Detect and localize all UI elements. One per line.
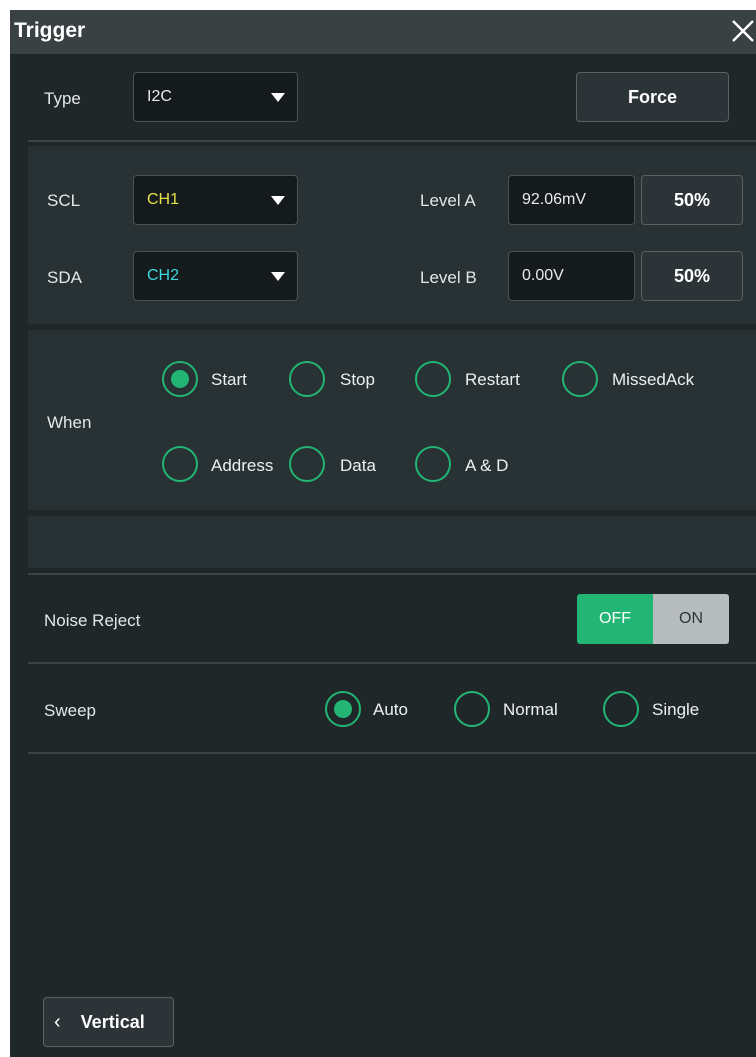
sda-value: CH2: [147, 267, 180, 284]
chevron-down-icon: [271, 196, 285, 205]
chevron-left-icon: ‹: [54, 1010, 61, 1033]
divider: [28, 140, 756, 142]
when-option-stop[interactable]: Stop: [340, 370, 375, 390]
radio-when-start[interactable]: [162, 361, 198, 397]
level-a-50-button[interactable]: 50%: [641, 175, 743, 225]
level-b-label: Level B: [420, 268, 477, 287]
radio-when-missedack[interactable]: [562, 361, 598, 397]
level-b-input[interactable]: 0.00V: [508, 251, 635, 301]
level-b-50-button[interactable]: 50%: [641, 251, 743, 301]
when-option-address[interactable]: Address: [211, 456, 273, 476]
type-value: I2C: [147, 88, 172, 105]
sweep-option-auto[interactable]: Auto: [373, 700, 408, 720]
noise-reject-toggle[interactable]: OFF ON: [577, 594, 729, 644]
sda-dropdown[interactable]: CH2: [133, 251, 298, 301]
divider: [28, 573, 756, 575]
noise-reject-label: Noise Reject: [44, 611, 141, 630]
toggle-on-option[interactable]: ON: [653, 594, 729, 644]
back-button-label: Vertical: [80, 1011, 145, 1032]
scl-label: SCL: [47, 191, 81, 210]
radio-when-a-and-d[interactable]: [415, 446, 451, 482]
type-dropdown[interactable]: I2C: [133, 72, 298, 122]
radio-sweep-auto[interactable]: [325, 691, 361, 727]
radio-when-stop[interactable]: [289, 361, 325, 397]
radio-sweep-single[interactable]: [603, 691, 639, 727]
level-a-label: Level A: [420, 191, 476, 210]
scl-dropdown[interactable]: CH1: [133, 175, 298, 225]
empty-section: [28, 516, 756, 568]
sweep-option-single[interactable]: Single: [652, 700, 699, 720]
when-option-start[interactable]: Start: [211, 370, 247, 390]
title-bar: [10, 10, 756, 54]
divider: [28, 752, 756, 754]
divider: [28, 662, 756, 664]
chevron-down-icon: [271, 93, 285, 102]
type-label: Type: [44, 89, 81, 108]
radio-when-restart[interactable]: [415, 361, 451, 397]
scl-value: CH1: [147, 191, 180, 208]
chevron-down-icon: [271, 272, 285, 281]
sweep-label: Sweep: [44, 701, 96, 720]
level-a-input[interactable]: 92.06mV: [508, 175, 635, 225]
radio-sweep-normal[interactable]: [454, 691, 490, 727]
when-option-a-and-d[interactable]: A & D: [465, 456, 508, 476]
radio-when-address[interactable]: [162, 446, 198, 482]
toggle-off-option[interactable]: OFF: [577, 594, 653, 644]
when-label: When: [47, 413, 92, 432]
close-icon[interactable]: [728, 16, 756, 46]
sweep-option-normal[interactable]: Normal: [503, 700, 558, 720]
when-option-missedack[interactable]: MissedAck: [612, 370, 694, 390]
when-option-data[interactable]: Data: [340, 456, 376, 476]
panel-title: Trigger: [14, 19, 86, 42]
when-option-restart[interactable]: Restart: [465, 370, 520, 390]
back-vertical-button[interactable]: ‹ Vertical: [43, 997, 174, 1047]
when-section: [28, 330, 756, 510]
radio-when-data[interactable]: [289, 446, 325, 482]
sda-label: SDA: [47, 268, 82, 287]
force-button[interactable]: Force: [576, 72, 729, 122]
